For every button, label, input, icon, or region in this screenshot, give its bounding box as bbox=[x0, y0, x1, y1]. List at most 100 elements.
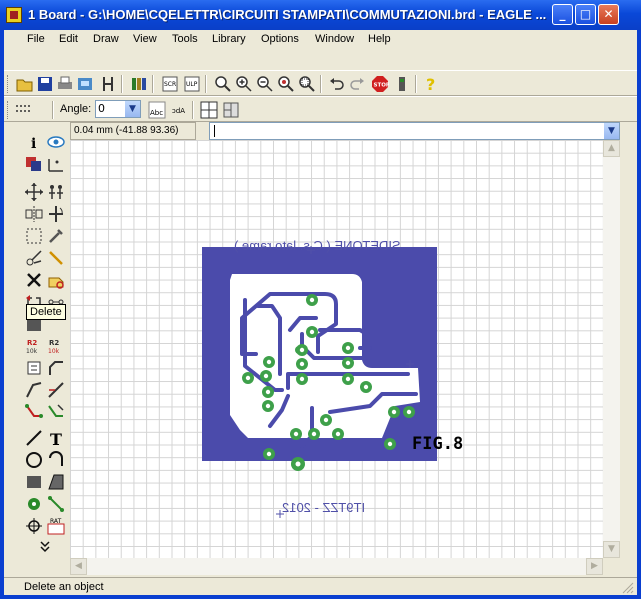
change-icon[interactable] bbox=[46, 226, 66, 246]
board-top-label: SIDETONE ( C.s. lato rame ) bbox=[234, 238, 401, 253]
route-icon[interactable] bbox=[24, 402, 44, 422]
undo-icon[interactable] bbox=[328, 75, 346, 93]
circle-icon[interactable] bbox=[24, 450, 44, 470]
svg-text:STOP: STOP bbox=[374, 83, 390, 89]
use-library-icon[interactable] bbox=[130, 75, 148, 93]
chevron-down-icon[interactable]: ▼ bbox=[604, 123, 619, 139]
maximize-button[interactable]: □ bbox=[575, 4, 596, 25]
zoom-in-icon[interactable] bbox=[235, 75, 253, 93]
mark-icon[interactable] bbox=[46, 154, 66, 174]
group-icon[interactable] bbox=[24, 226, 44, 246]
menu-view[interactable]: View bbox=[133, 33, 157, 45]
pinswap-icon[interactable] bbox=[46, 248, 66, 268]
grid-icon[interactable] bbox=[14, 101, 32, 119]
angle-label: Angle: bbox=[60, 103, 92, 115]
ratsnest-icon[interactable]: RAT bbox=[46, 516, 66, 536]
print-icon[interactable] bbox=[56, 75, 74, 93]
run-ulp-icon[interactable]: ULP bbox=[183, 75, 201, 93]
script-icon[interactable]: SCR bbox=[161, 75, 179, 93]
help-icon[interactable]: ? bbox=[422, 75, 440, 93]
client-area: File Edit Draw View Tools Library Option… bbox=[4, 30, 637, 595]
show-icon[interactable] bbox=[46, 132, 66, 152]
hole-icon[interactable] bbox=[24, 516, 44, 536]
minimize-button[interactable]: _ bbox=[552, 4, 573, 25]
resize-grip-icon[interactable] bbox=[621, 581, 634, 594]
redo-icon[interactable] bbox=[348, 75, 366, 93]
move-icon[interactable] bbox=[24, 182, 44, 202]
save-icon[interactable] bbox=[36, 75, 54, 93]
grid-layout-icon[interactable] bbox=[200, 101, 218, 119]
info-icon[interactable]: i bbox=[24, 132, 44, 152]
svg-text:?: ? bbox=[426, 75, 435, 93]
angle-select[interactable]: 0 ▼ bbox=[95, 100, 141, 118]
board-canvas[interactable]: SIDETONE ( C.s. lato rame ) IT9TZZ - 201… bbox=[70, 140, 603, 558]
svg-text:T: T bbox=[50, 430, 62, 448]
mirror-text-icon[interactable]: Abc bbox=[148, 101, 166, 119]
rect-icon[interactable] bbox=[24, 472, 44, 492]
mirror-icon[interactable] bbox=[24, 204, 44, 224]
ripup-icon[interactable] bbox=[46, 402, 66, 422]
scroll-up-button[interactable]: ▲ bbox=[603, 140, 620, 157]
optimize-icon[interactable] bbox=[46, 380, 66, 400]
go-icon[interactable] bbox=[393, 75, 411, 93]
via-icon[interactable] bbox=[24, 494, 44, 514]
chevron-down-icon[interactable] bbox=[35, 536, 55, 556]
paste-icon[interactable] bbox=[24, 248, 44, 268]
svg-text:Abc: Abc bbox=[172, 107, 185, 115]
toolbar-grip[interactable] bbox=[7, 75, 11, 93]
main-toolbar: SCR ULP STOP ? bbox=[4, 70, 637, 96]
cam-processor-icon[interactable] bbox=[76, 75, 94, 93]
horizontal-scrollbar[interactable]: ◀ ▶ bbox=[70, 558, 603, 575]
menu-window[interactable]: Window bbox=[315, 33, 354, 45]
toolbar-separator bbox=[52, 101, 54, 119]
smash-icon[interactable] bbox=[24, 358, 44, 378]
menu-tools[interactable]: Tools bbox=[172, 33, 198, 45]
split-wire-icon[interactable] bbox=[24, 380, 44, 400]
command-toolbar: i R2 10k R2 10k T RAT bbox=[4, 126, 68, 556]
redraw-icon[interactable] bbox=[277, 75, 295, 93]
zoom-select-icon[interactable] bbox=[298, 75, 316, 93]
delete-icon[interactable] bbox=[24, 270, 44, 290]
stop-icon[interactable]: STOP bbox=[371, 75, 389, 93]
eagle-app-icon[interactable] bbox=[6, 7, 22, 23]
close-button[interactable]: ✕ bbox=[598, 4, 619, 25]
status-bar: Delete an object bbox=[4, 577, 637, 596]
menu-edit[interactable]: Edit bbox=[59, 33, 78, 45]
chevron-down-icon[interactable]: ▼ bbox=[125, 101, 140, 117]
command-input[interactable]: ▼ bbox=[209, 122, 620, 140]
signal-icon[interactable] bbox=[46, 494, 66, 514]
value-icon[interactable]: R210k bbox=[46, 336, 66, 356]
scroll-right-button[interactable]: ▶ bbox=[586, 558, 603, 575]
copy-icon[interactable] bbox=[46, 182, 66, 202]
miter-icon[interactable] bbox=[46, 358, 66, 378]
menu-draw[interactable]: Draw bbox=[93, 33, 119, 45]
vertical-scrollbar[interactable]: ▲ ▼ bbox=[603, 140, 620, 558]
wire-icon[interactable] bbox=[24, 428, 44, 448]
toolbar-separator bbox=[320, 75, 322, 93]
schematic-board-switch-icon[interactable] bbox=[99, 75, 117, 93]
display-layers-icon[interactable] bbox=[24, 154, 44, 174]
split-view-icon[interactable] bbox=[222, 101, 240, 119]
toolbar-grip[interactable] bbox=[7, 101, 11, 119]
open-icon[interactable] bbox=[16, 75, 34, 93]
name-icon[interactable]: R210k bbox=[24, 336, 44, 356]
scroll-down-button[interactable]: ▼ bbox=[603, 541, 620, 558]
svg-text:i: i bbox=[31, 136, 36, 152]
zoom-fit-icon[interactable] bbox=[214, 75, 232, 93]
menu-file[interactable]: File bbox=[27, 33, 45, 45]
menu-options[interactable]: Options bbox=[261, 33, 299, 45]
text-icon[interactable]: T bbox=[46, 428, 66, 448]
scroll-left-button[interactable]: ◀ bbox=[70, 558, 87, 575]
title-bar[interactable]: 1 Board - G:\HOME\CQELETTR\CIRCUITI STAM… bbox=[0, 0, 641, 30]
menu-library[interactable]: Library bbox=[212, 33, 246, 45]
window-title: 1 Board - G:\HOME\CQELETTR\CIRCUITI STAM… bbox=[28, 7, 547, 22]
zoom-out-icon[interactable] bbox=[256, 75, 274, 93]
arc-icon[interactable] bbox=[46, 450, 66, 470]
menu-help[interactable]: Help bbox=[368, 33, 391, 45]
polygon-icon[interactable] bbox=[46, 472, 66, 492]
rotate-icon[interactable] bbox=[46, 204, 66, 224]
toolbar-separator bbox=[415, 75, 417, 93]
add-icon[interactable] bbox=[46, 270, 66, 290]
svg-text:RAT: RAT bbox=[50, 518, 62, 525]
spin-text-icon[interactable]: Abc bbox=[168, 101, 186, 119]
